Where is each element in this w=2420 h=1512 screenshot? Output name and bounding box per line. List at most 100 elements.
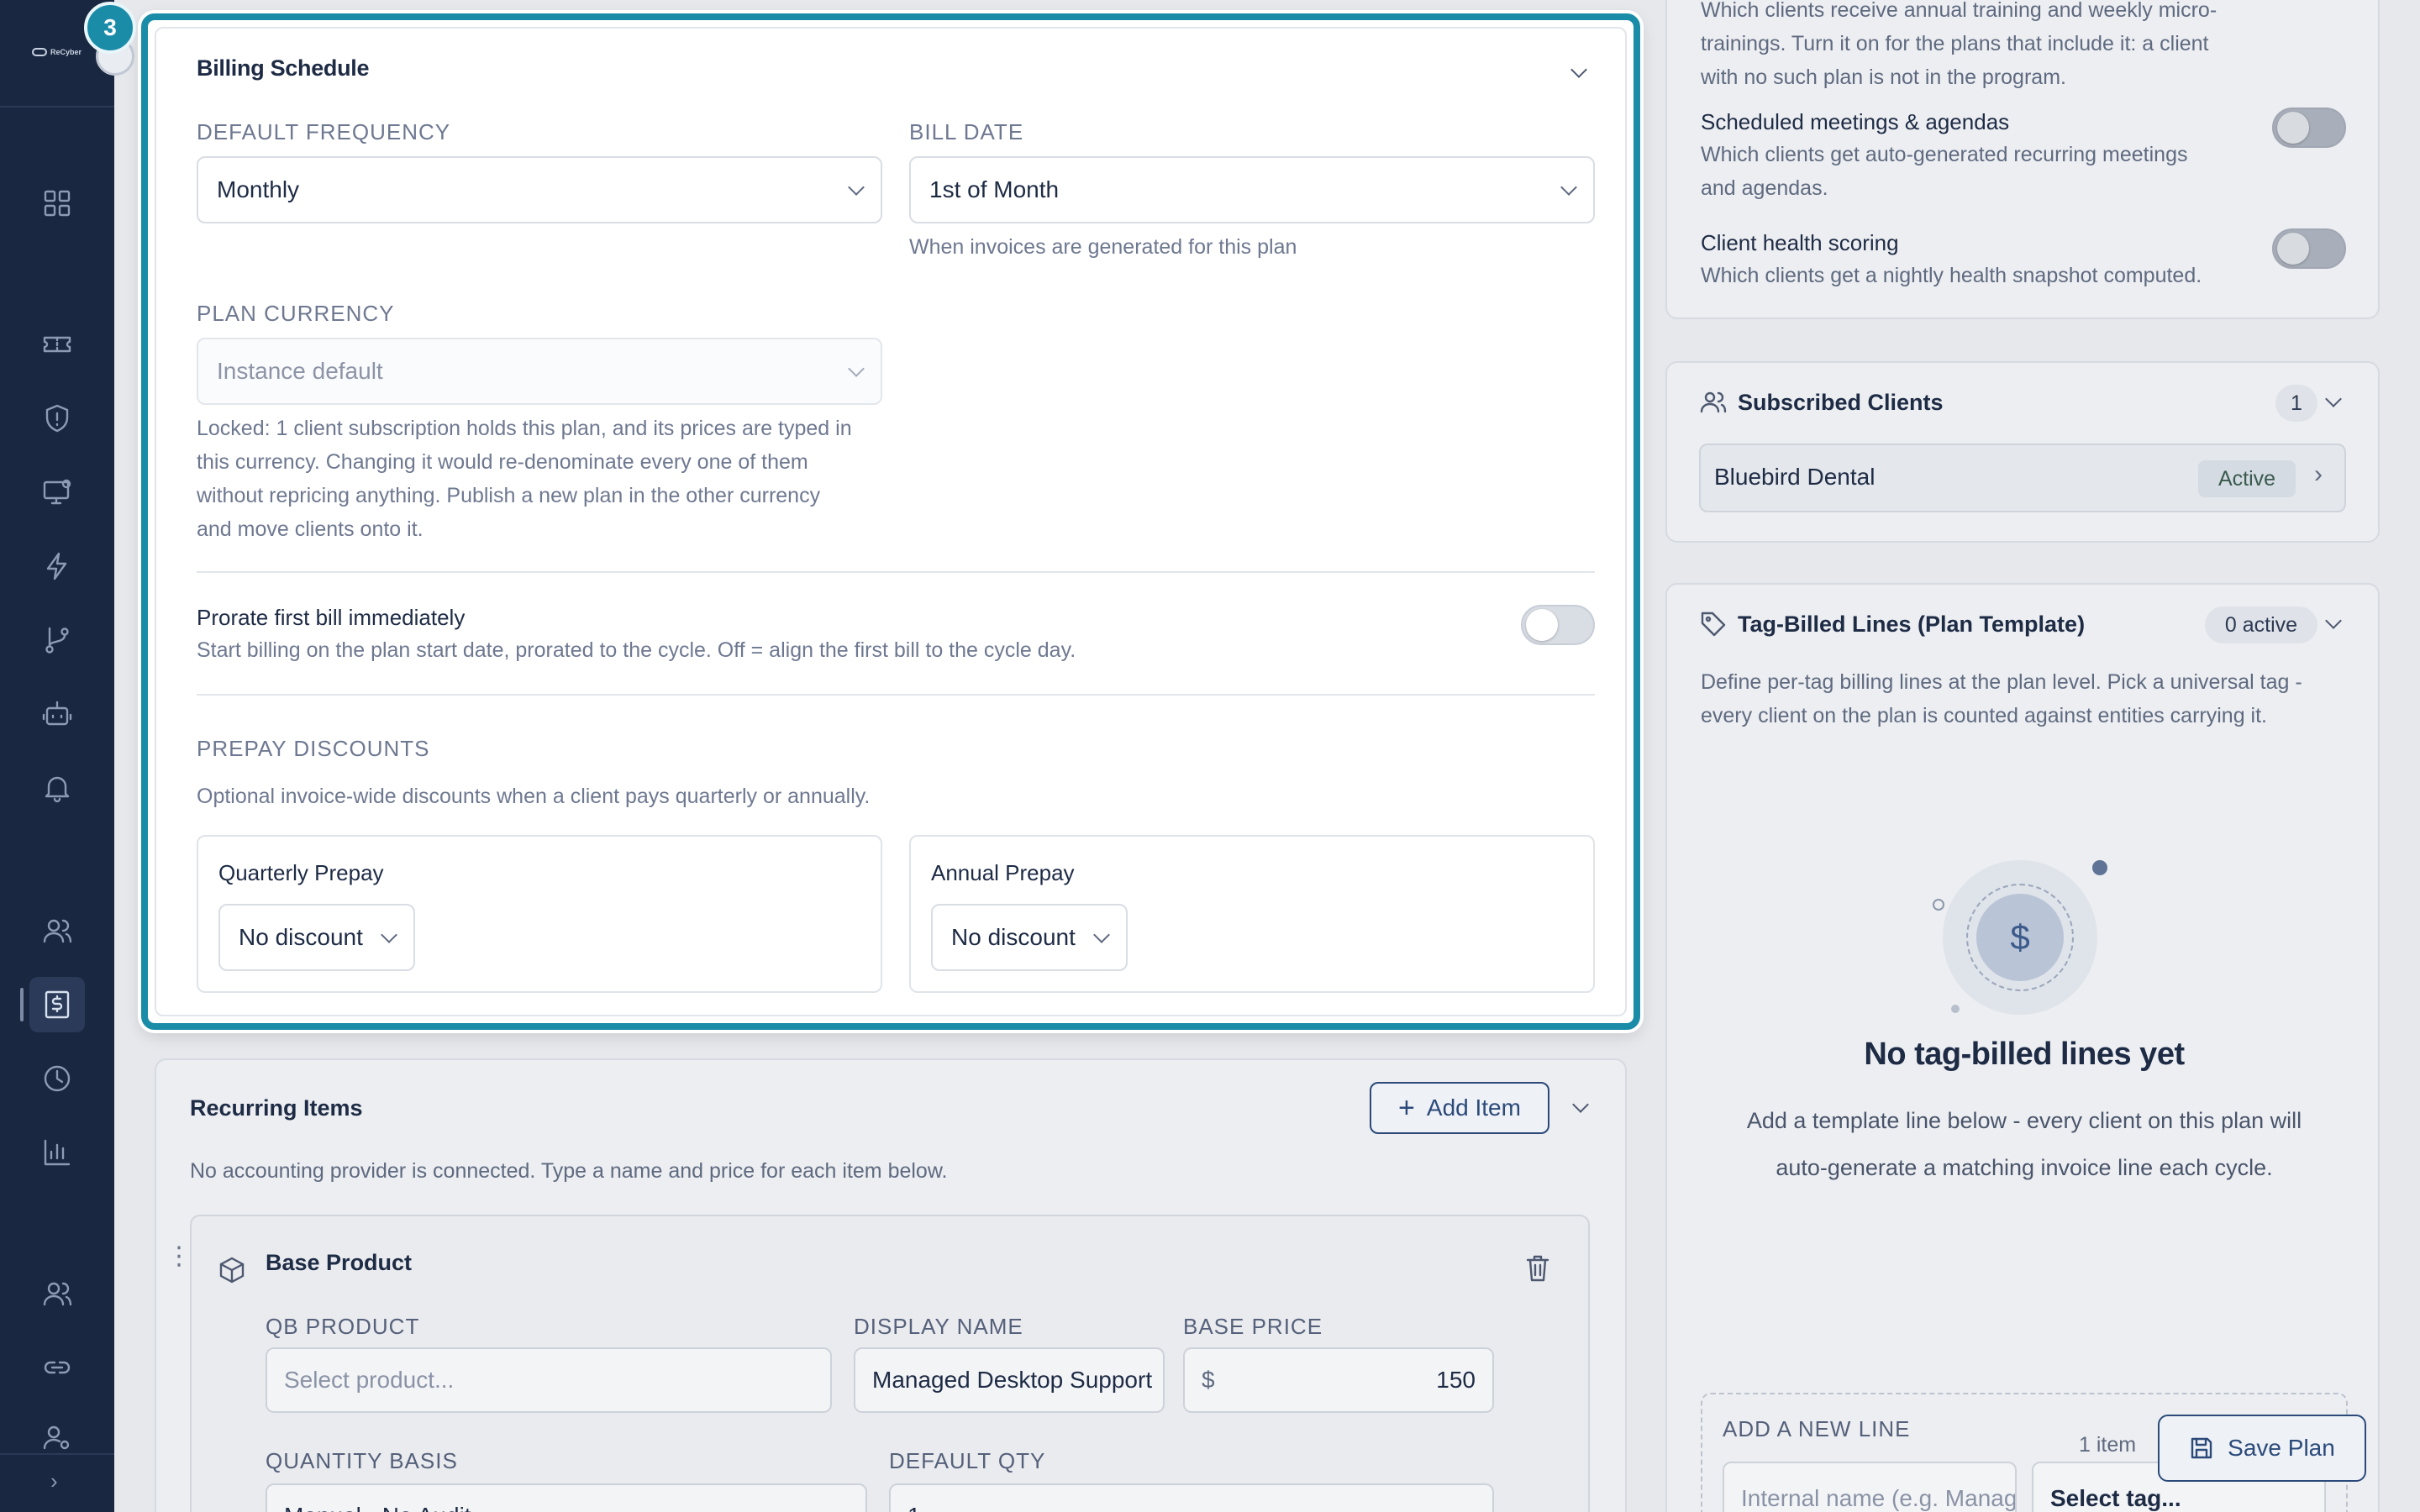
toggle-knob [2277, 112, 2309, 144]
bar-chart-icon[interactable] [37, 1132, 77, 1173]
prepay-discounts-description: Optional invoice-wide discounts when a c… [197, 785, 871, 808]
annual-prepay-value: No discount [951, 924, 1076, 950]
collapse-chevron-icon[interactable] [1572, 1096, 1589, 1113]
qb-product-label: QB Product [266, 1314, 420, 1339]
git-branch-icon[interactable] [37, 620, 77, 660]
app-logo[interactable]: ReCyber [32, 45, 82, 59]
features-card: Which clients receive annual training an… [1665, 0, 2380, 319]
prorate-title: Prorate first bill immediately [197, 605, 466, 630]
users-icon [1699, 388, 1728, 417]
sidebar-expand-chevron-icon[interactable]: › [50, 1468, 58, 1494]
plan-currency-help-line: without repricing anything. Publish a ne… [197, 484, 821, 507]
shield-alert-icon[interactable] [37, 398, 77, 438]
trash-icon[interactable] [1524, 1253, 1551, 1284]
dollar-icon: $ [1976, 894, 2064, 981]
bell-icon[interactable] [37, 768, 77, 808]
save-icon [2189, 1436, 2214, 1461]
base-product-title: Base Product [266, 1250, 413, 1275]
training-description-line: trainings. Turn it on for the plans that… [1701, 32, 2209, 55]
chevron-down-icon [1093, 927, 1110, 943]
tag-billed-title: Tag-Billed Lines (Plan Template) [1738, 612, 2086, 637]
clock-icon[interactable] [37, 1058, 77, 1099]
lightning-icon[interactable] [37, 546, 77, 586]
sidebar-bottom-divider [0, 1453, 114, 1455]
collapse-chevron-icon[interactable] [2325, 612, 2342, 629]
toggle-knob [1526, 609, 1558, 641]
quarterly-prepay-value: No discount [239, 924, 363, 950]
plus-icon: + [1398, 1091, 1415, 1124]
annual-prepay-label: Annual Prepay [931, 860, 1075, 885]
base-product-item: Base Product QB Product Select product..… [190, 1215, 1590, 1512]
annual-prepay-box: Annual Prepay No discount [909, 835, 1595, 993]
empty-state-description-line: auto-generate a matching invoice line ea… [1776, 1155, 2273, 1180]
quarterly-prepay-box: Quarterly Prepay No discount [197, 835, 882, 993]
logo-mark [32, 48, 47, 56]
dashboard-icon[interactable] [37, 183, 77, 223]
bot-icon[interactable] [37, 694, 77, 734]
monitor-settings-icon[interactable] [37, 472, 77, 512]
meetings-title: Scheduled meetings & agendas [1701, 109, 2010, 134]
decor-dot [2092, 860, 2107, 875]
ticket-icon[interactable] [37, 324, 77, 365]
client-row[interactable]: Bluebird Dental Active › [1699, 444, 2346, 512]
add-item-label: Add Item [1426, 1095, 1521, 1121]
tag-icon [1699, 610, 1728, 638]
bill-date-select[interactable]: 1st of Month [909, 156, 1595, 223]
tag-billed-description-line: every client on the plan is counted agai… [1701, 704, 2267, 727]
sidebar: ReCyber › [0, 0, 114, 1512]
plan-currency-help-line: this currency. Changing it would re-deno… [197, 450, 808, 474]
user-settings-icon[interactable] [37, 1421, 77, 1453]
step-badge: 3 [84, 2, 136, 54]
training-description: Which clients receive annual training an… [1701, 0, 2217, 94]
decor-dot [1933, 899, 1944, 911]
internal-name-input[interactable]: Internal name (e.g. Managed... [1723, 1462, 2017, 1512]
health-title: Client health scoring [1701, 230, 1899, 255]
collapse-chevron-icon[interactable] [2325, 391, 2342, 407]
meetings-toggle[interactable] [2272, 108, 2346, 148]
health-toggle[interactable] [2272, 228, 2346, 269]
section-divider [197, 571, 1595, 573]
base-price-input[interactable]: $ 150 [1183, 1347, 1494, 1413]
default-frequency-select[interactable]: Monthly [197, 156, 882, 223]
currency-symbol: $ [1202, 1367, 1215, 1393]
chevron-down-icon [848, 179, 865, 196]
billing-icon[interactable] [29, 977, 85, 1032]
plan-currency-label: Plan Currency [197, 301, 395, 326]
chevron-right-icon: › [2314, 460, 2323, 488]
add-item-button[interactable]: + Add Item [1370, 1082, 1549, 1134]
meetings-description-line: and agendas. [1701, 176, 1828, 200]
link-icon[interactable] [37, 1347, 77, 1388]
default-frequency-value: Monthly [217, 176, 300, 202]
team-icon[interactable] [37, 1273, 77, 1314]
meetings-description: Which clients get auto-generated recurri… [1701, 138, 2187, 205]
billing-schedule-card: Billing Schedule Default Frequency Month… [141, 13, 1640, 1030]
users-icon[interactable] [37, 911, 77, 951]
meetings-description-line: Which clients get auto-generated recurri… [1701, 143, 2188, 166]
quarterly-prepay-label: Quarterly Prepay [218, 860, 384, 885]
quantity-basis-value: Manual - No Audit [284, 1503, 471, 1512]
base-price-value: 150 [1436, 1367, 1476, 1393]
prorate-toggle[interactable] [1521, 605, 1595, 645]
empty-state-title: No tag-billed lines yet [1864, 1037, 2185, 1072]
default-frequency-label: Default Frequency [197, 119, 451, 144]
tag-active-count: 0 active [2205, 606, 2317, 643]
select-tag-value: Select tag... [2050, 1485, 2181, 1511]
client-name: Bluebird Dental [1714, 464, 1876, 490]
item-count: 1 item [2079, 1433, 2137, 1457]
bill-date-help: When invoices are generated for this pla… [909, 235, 1297, 259]
default-qty-input[interactable]: 1 [889, 1483, 1494, 1512]
plan-currency-select: Instance default [197, 338, 882, 405]
quantity-basis-select[interactable]: Manual - No Audit [266, 1483, 867, 1512]
logo-text: ReCyber [50, 48, 82, 56]
annual-prepay-select[interactable]: No discount [931, 904, 1128, 971]
display-name-label: Display Name [854, 1314, 1023, 1339]
save-plan-button[interactable]: Save Plan [2158, 1415, 2366, 1482]
decor-dot [1951, 1005, 1960, 1013]
qb-product-select[interactable]: Select product... [266, 1347, 832, 1413]
prorate-description: Start billing on the plan start date, pr… [197, 638, 1076, 662]
quarterly-prepay-select[interactable]: No discount [218, 904, 415, 971]
bill-date-label: Bill Date [909, 119, 1024, 144]
display-name-input[interactable]: Managed Desktop Support [854, 1347, 1165, 1413]
recurring-items-title: Recurring Items [190, 1095, 363, 1121]
prepay-discounts-label: Prepay Discounts [197, 736, 430, 761]
